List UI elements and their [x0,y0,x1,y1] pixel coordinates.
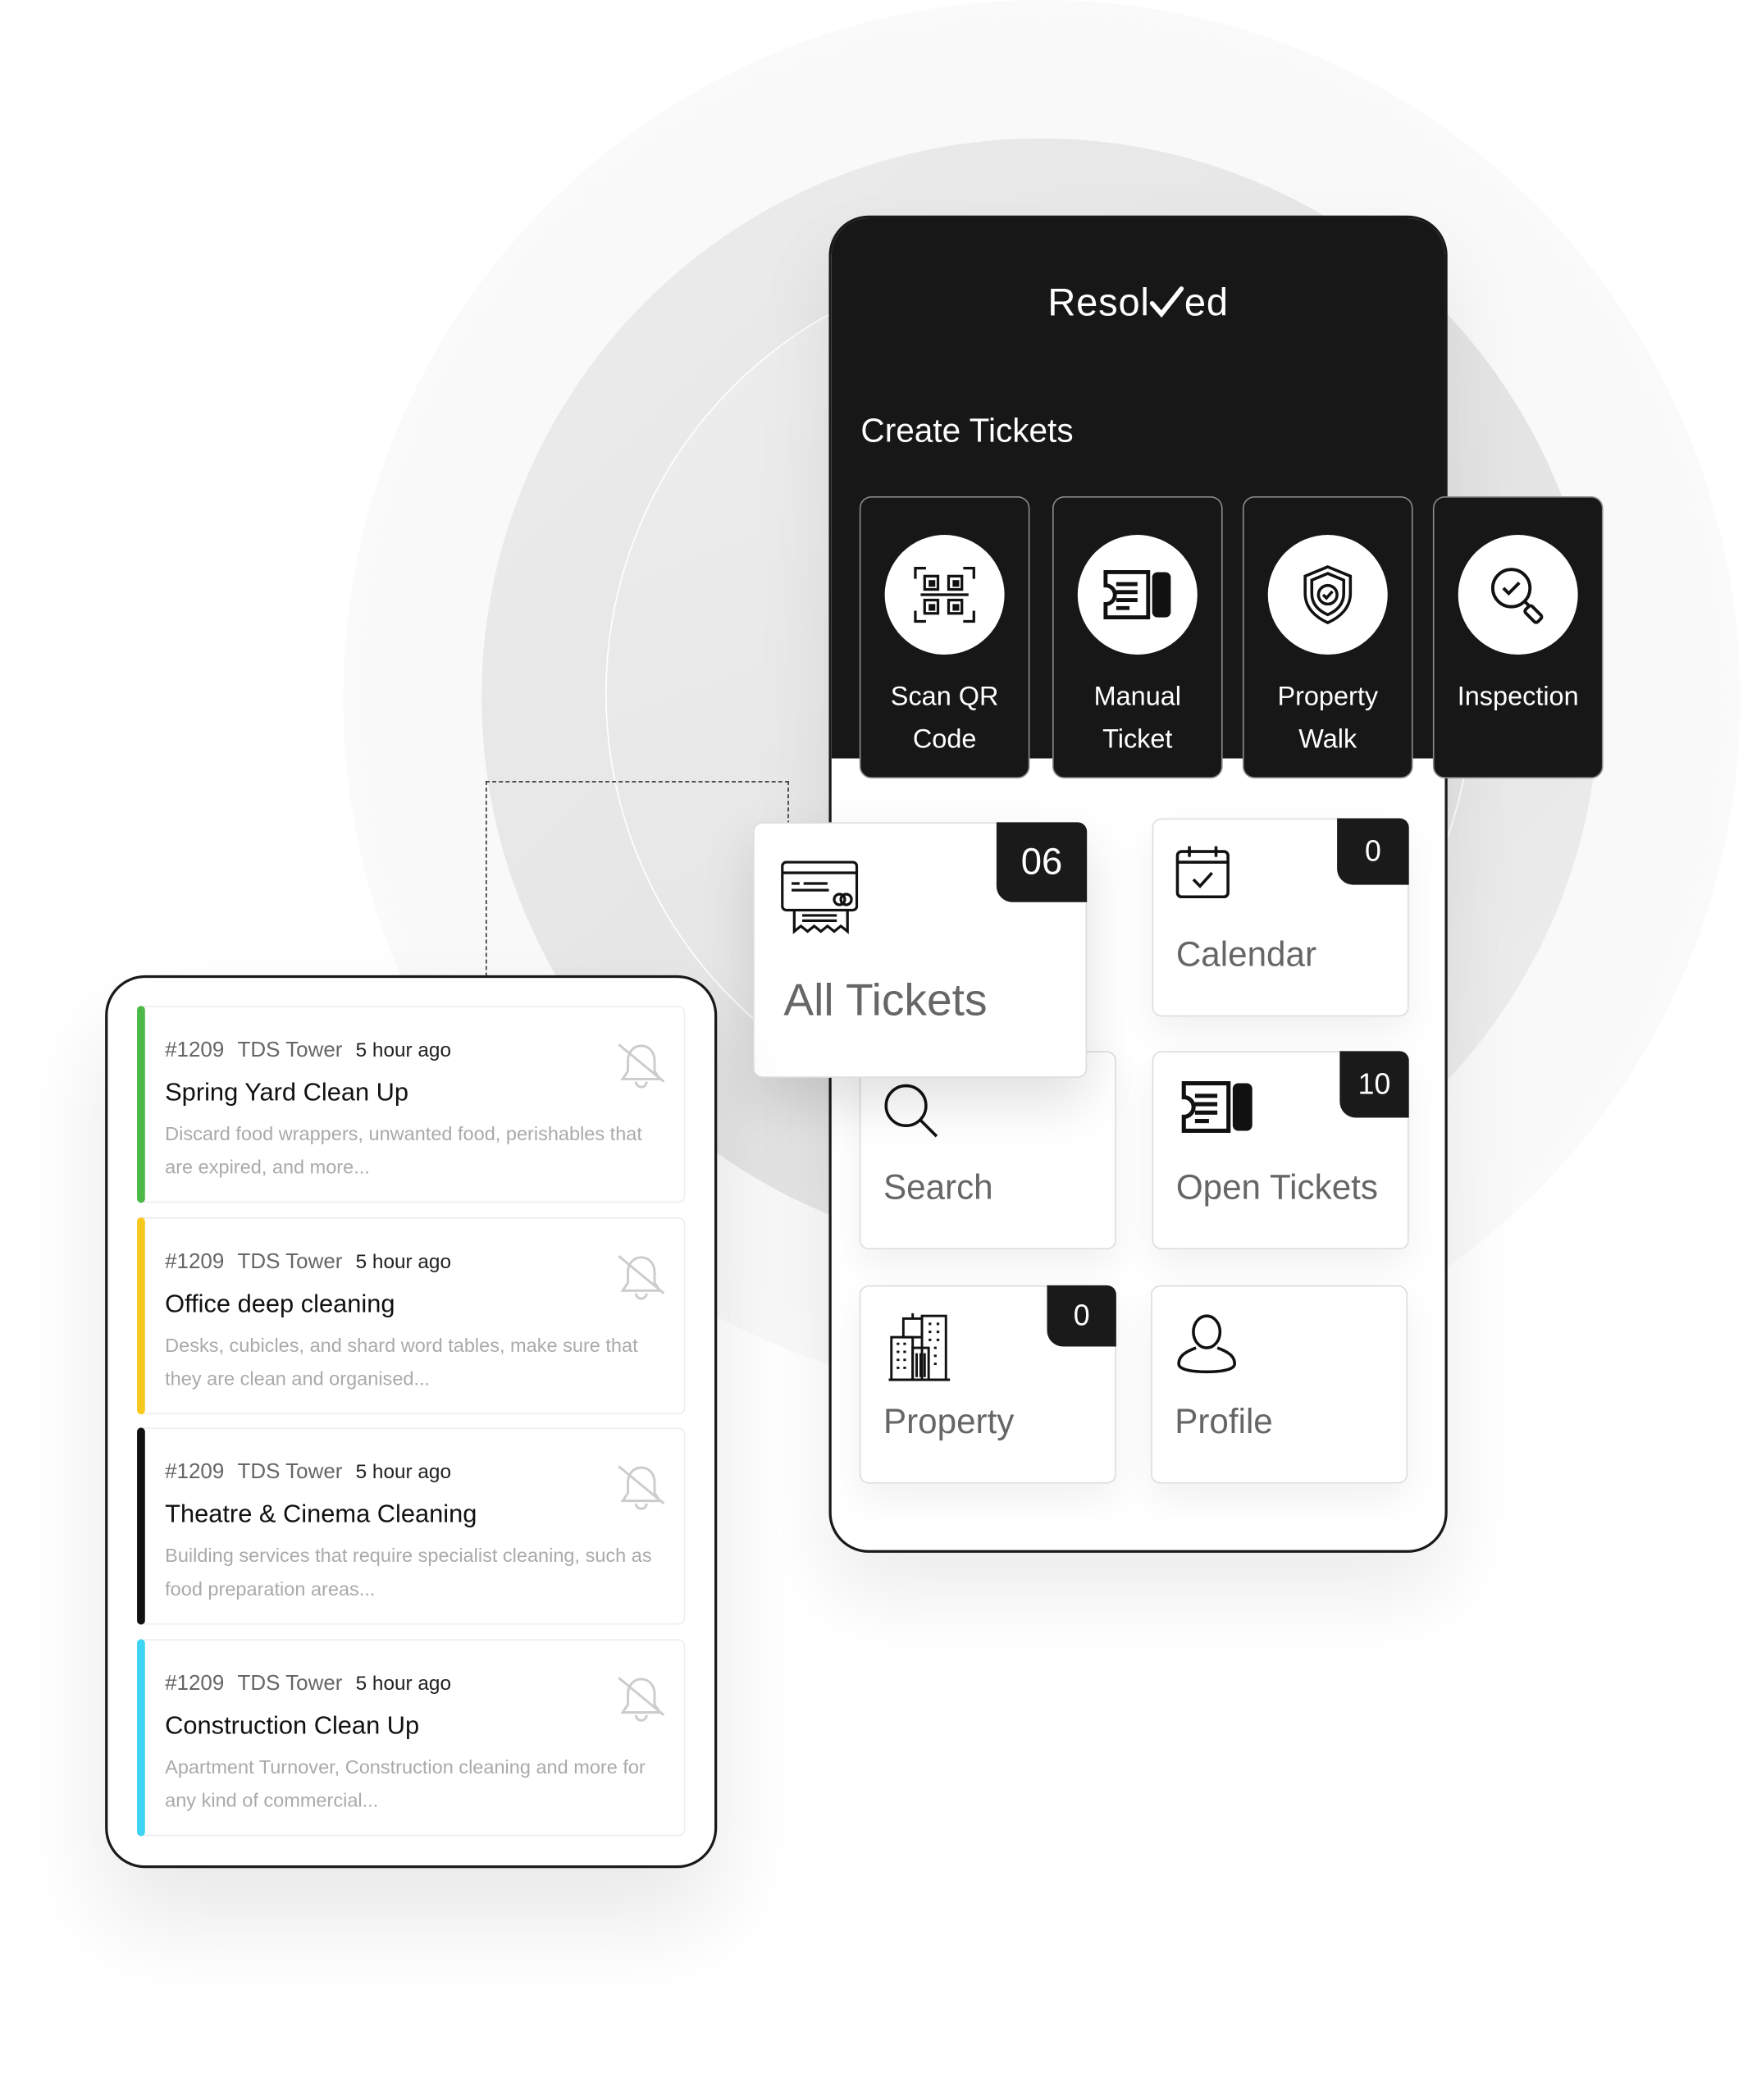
ticket-description: Building services that require specialis… [165,1545,652,1601]
create-tickets-title: Create Tickets [860,412,1074,450]
ticket-title: Theatre & Cinema Cleaning [165,1500,477,1529]
tile-label: All Tickets [783,975,988,1026]
bell-off-icon[interactable] [614,1039,668,1093]
ticket-description: Discard food wrappers, unwanted food, pe… [165,1124,642,1180]
bell-off-icon[interactable] [614,1461,668,1514]
qr-code-icon [884,535,1005,655]
search-icon [884,1084,938,1138]
tile-label: Calendar [1175,934,1316,975]
tile-calendar[interactable]: 0 Calendar [1152,818,1409,1017]
action-label: Property [1277,682,1379,712]
ticket-list-item[interactable]: #1209 TDS Tower 5 hour ago Construction Cl… [137,1639,686,1837]
status-color-bar [137,1006,145,1203]
open-tickets-count-badge: 10 [1339,1051,1409,1118]
receipt-card-icon [781,861,859,934]
ticket-time: 5 hour ago [355,1250,451,1274]
calendar-count-badge: 0 [1337,818,1409,885]
tile-profile[interactable]: Profile [1151,1285,1408,1484]
ticket-time: 5 hour ago [355,1672,451,1696]
buildings-icon [888,1312,951,1381]
status-color-bar [137,1427,145,1625]
ticket-id: #1209 [165,1460,225,1484]
ticket-id: #1209 [165,1039,225,1062]
action-label: Walk [1298,724,1357,755]
ticket-id: #1209 [165,1250,225,1274]
action-property-walk[interactable]: Property Walk [1242,496,1413,778]
bell-off-icon[interactable] [614,1673,668,1726]
property-count-badge: 0 [1047,1285,1116,1347]
user-icon [1177,1314,1237,1374]
action-label: Code [912,724,977,755]
tile-property[interactable]: 0 Property [859,1285,1116,1484]
tile-label: Property [883,1400,1015,1441]
action-label: Manual [1093,682,1182,712]
ticket-list-item[interactable]: #1209 TDS Tower 5 hour ago Theatre & Cinem… [137,1427,686,1625]
ticket-time: 5 hour ago [355,1460,451,1484]
tile-label: Search [883,1166,993,1208]
bell-off-icon[interactable] [614,1251,668,1304]
shield-check-icon [1267,535,1388,655]
ticket-list-panel: #1209 TDS Tower 5 hour ago Spring Yard Cle… [105,975,718,1869]
ticket-list-item[interactable]: #1209 TDS Tower 5 hour ago Spring Yard Cle… [137,1006,686,1203]
ticket-description: Apartment Turnover, Construction cleanin… [165,1757,646,1813]
action-label: Inspection [1457,682,1579,712]
calendar-check-icon [1175,846,1230,899]
dashed-connector [486,781,789,977]
all-tickets-count-badge: 06 [996,822,1088,902]
action-inspection[interactable]: Inspection [1432,496,1604,778]
tile-label: Open Tickets [1175,1166,1378,1208]
tile-search[interactable]: Search [859,1051,1116,1250]
ticket-title: Spring Yard Clean Up [165,1079,409,1107]
action-label: Scan QR [890,682,999,712]
tile-open-tickets[interactable]: 10 Open Tickets [1152,1051,1409,1250]
ticket-title: Office deep cleaning [165,1290,395,1319]
status-color-bar [137,1217,145,1415]
action-label: Ticket [1102,724,1173,755]
status-color-bar [137,1639,145,1837]
ticket-id: #1209 [165,1672,225,1696]
ticket-time: 5 hour ago [355,1039,451,1062]
ticket-description: Desks, cubicles, and shard word tables, … [165,1335,638,1390]
action-manual-ticket[interactable]: Manual Ticket [1052,496,1223,778]
magnifier-check-icon [1458,535,1578,655]
ticket-location: TDS Tower [237,1672,343,1696]
ticket-location: TDS Tower [237,1460,343,1484]
action-scan-qr[interactable]: Scan QR Code [859,496,1030,778]
check-icon [1150,285,1184,318]
ticket-location: TDS Tower [237,1250,343,1274]
ticket-icon [1077,535,1198,655]
app-logo: Resol ed [1047,281,1229,325]
ticket-location: TDS Tower [237,1039,343,1062]
tile-label: Profile [1175,1400,1273,1441]
ticket-list-item[interactable]: #1209 TDS Tower 5 hour ago Office deep cle… [137,1217,686,1415]
ticket-icon [1181,1080,1252,1134]
ticket-title: Construction Clean Up [165,1712,420,1741]
tile-all-tickets[interactable]: 06 All Tickets [753,822,1088,1078]
